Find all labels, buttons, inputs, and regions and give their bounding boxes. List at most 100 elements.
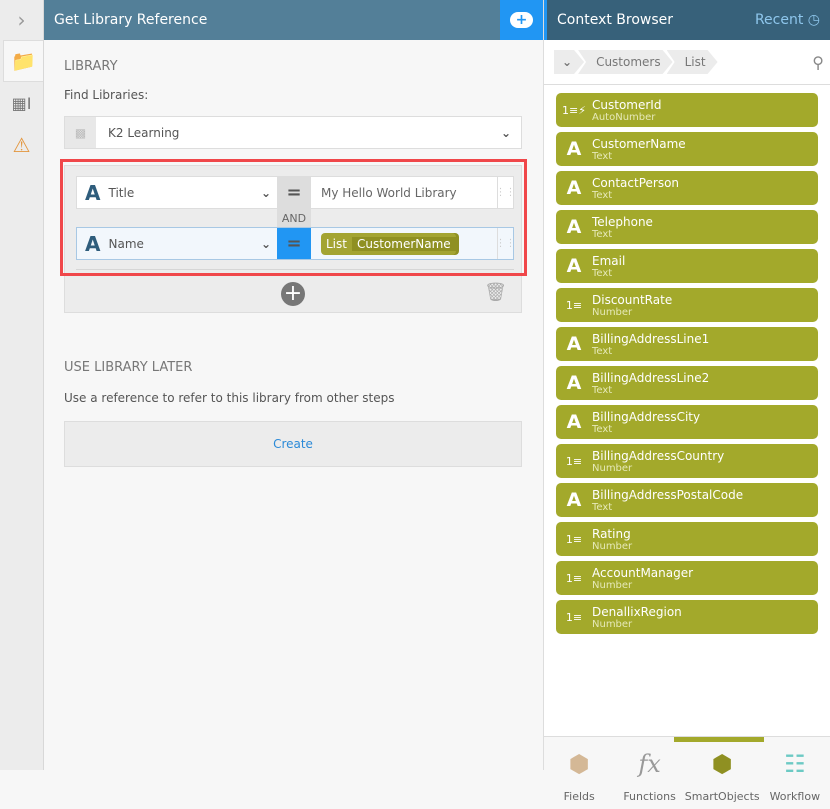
plus-icon: + [509, 12, 534, 28]
field-item-type: Number [592, 618, 633, 630]
field-item-type: Text [592, 345, 613, 357]
text-type-icon: A [566, 333, 582, 355]
fields-icon: ⬢ [568, 750, 590, 778]
workflow-icon: ☷ [784, 750, 806, 778]
later-heading: USE LIBRARY LATER [64, 360, 193, 375]
field-item-name: Email [592, 253, 626, 268]
recent-button[interactable]: Recent ◷ [755, 12, 820, 28]
field-item-name: CustomerName [592, 136, 686, 151]
step-config-panel: Get Library Reference + LIBRARY Find Lib… [44, 0, 543, 770]
properties-tab[interactable]: ▦I [0, 82, 43, 124]
breadcrumb-dropdown[interactable]: ⌄ [554, 50, 584, 74]
field-item[interactable]: 1≡⚡ CustomerId AutoNumber [556, 93, 818, 127]
folder-icon: 📁 [11, 49, 36, 73]
warning-icon: ⚠ [12, 133, 31, 157]
library-icon: ▩ [65, 117, 96, 148]
create-button[interactable]: Create [64, 421, 522, 467]
number-type-icon: 1≡ [565, 532, 583, 546]
field-item-type: Text [592, 150, 613, 162]
field-item-name: AccountManager [592, 565, 694, 580]
field-item[interactable]: A BillingAddressCity Text [556, 405, 818, 439]
field-item[interactable]: 1≡ DenallixRegion Number [556, 600, 818, 634]
field-item[interactable]: 1≡ Rating Number [556, 522, 818, 556]
field-item[interactable]: A CustomerName Text [556, 132, 818, 166]
field-item-name: CustomerId [592, 97, 662, 112]
text-type-icon: A [566, 372, 582, 394]
add-button[interactable]: + [500, 0, 543, 40]
field-item-type: Text [592, 423, 613, 435]
context-title: Context Browser [557, 12, 674, 28]
field-item[interactable]: 1≡ BillingAddressCountry Number [556, 444, 818, 478]
text-type-icon: A [566, 216, 582, 238]
fx-icon: fx [638, 750, 661, 778]
trash-icon[interactable]: 🗑 [484, 282, 507, 303]
field-item-name: ContactPerson [592, 175, 680, 190]
warning-tab[interactable]: ⚠ [0, 124, 43, 166]
library-tab[interactable]: 📁 [3, 40, 43, 82]
field-item[interactable]: A Email Text [556, 249, 818, 283]
text-type-icon: A [566, 411, 582, 433]
field-item-name: BillingAddressLine2 [592, 370, 710, 385]
add-filter-button[interactable]: + [281, 282, 305, 306]
expand-chevron-icon[interactable]: › [0, 0, 43, 40]
field-item-type: Text [592, 501, 613, 513]
field-item-name: DiscountRate [592, 292, 673, 307]
text-type-icon: A [566, 489, 582, 511]
field-item-name: BillingAddressLine1 [592, 331, 710, 346]
context-header: Context Browser Recent ◷ [544, 0, 830, 40]
tab-label: SmartObjects [684, 790, 760, 803]
field-list: 1≡⚡ CustomerId AutoNumber A CustomerName Text… [544, 85, 830, 737]
number-type-icon: 1≡ [565, 610, 583, 624]
text-type-icon: A [566, 255, 582, 277]
field-item[interactable]: A ContactPerson Text [556, 171, 818, 205]
number-type-icon: 1≡ [565, 454, 583, 468]
text-type-icon: A [566, 177, 582, 199]
field-item-name: BillingAddressCountry [592, 448, 725, 463]
highlight-box [60, 159, 527, 276]
field-item[interactable]: A BillingAddressPostalCode Text [556, 483, 818, 517]
autonumber-type-icon: 1≡⚡ [562, 103, 586, 117]
active-tab-indicator [674, 737, 764, 742]
cube-icon: ⬢ [711, 750, 733, 778]
tab-functions[interactable]: fx Functions [614, 737, 684, 809]
number-type-icon: 1≡ [565, 571, 583, 585]
tab-workflow[interactable]: ☷ Workflow [760, 737, 830, 809]
text-type-icon: A [566, 138, 582, 160]
field-item[interactable]: A BillingAddressLine2 Text [556, 366, 818, 400]
context-browser: Context Browser Recent ◷ ⌄ Customers List… [543, 0, 830, 809]
field-item-type: Text [592, 267, 613, 279]
tab-fields[interactable]: ⬢ Fields [544, 737, 614, 809]
library-value: K2 Learning [108, 125, 180, 140]
field-item-name: Rating [592, 526, 631, 541]
browser-tabs: ⬢ Fields fx Functions ⬢ SmartObjects ☷ Workf… [544, 737, 830, 809]
field-item[interactable]: A Telephone Text [556, 210, 818, 244]
breadcrumb-item[interactable]: List [667, 50, 718, 74]
field-item-type: Text [592, 228, 613, 240]
breadcrumb: ⌄ Customers List ⚲ [544, 40, 830, 85]
tab-label: Functions [623, 790, 676, 803]
field-item[interactable]: A BillingAddressLine1 Text [556, 327, 818, 361]
library-select[interactable]: ▩ K2 Learning ⌄ [64, 116, 522, 149]
panel-header: Get Library Reference + [44, 0, 543, 40]
number-type-icon: 1≡ [565, 298, 583, 312]
panel-title: Get Library Reference [54, 12, 208, 28]
field-item[interactable]: 1≡ AccountManager Number [556, 561, 818, 595]
field-item-name: DenallixRegion [592, 604, 682, 619]
tab-smartobjects[interactable]: ⬢ SmartObjects [685, 737, 760, 809]
find-libraries-label: Find Libraries: [64, 88, 149, 102]
library-heading: LIBRARY [64, 59, 118, 74]
field-item[interactable]: 1≡ DiscountRate Number [556, 288, 818, 322]
field-item-type: Text [592, 189, 613, 201]
field-item-type: Number [592, 462, 633, 474]
field-item-type: Number [592, 306, 633, 318]
text-field-icon: ▦I [11, 93, 32, 113]
breadcrumb-item[interactable]: Customers [578, 50, 673, 74]
chevron-down-icon: ⌄ [562, 55, 573, 69]
field-item-name: BillingAddressCity [592, 409, 701, 424]
side-rail: › 📁 ▦I ⚠ [0, 0, 44, 770]
field-item-type: Number [592, 579, 633, 591]
field-item-type: Number [592, 540, 633, 552]
later-description: Use a reference to refer to this library… [64, 391, 395, 405]
search-icon[interactable]: ⚲ [812, 53, 824, 72]
tab-label: Workflow [769, 790, 821, 803]
